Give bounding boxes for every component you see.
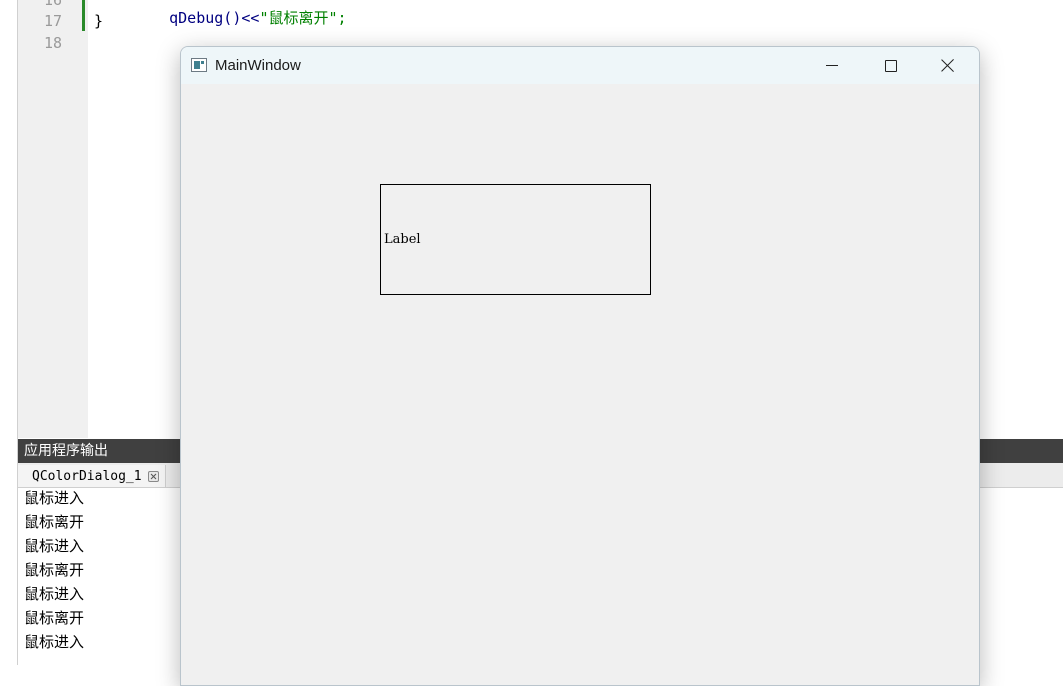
output-tab-qcolordialog[interactable]: QColorDialog_1 xyxy=(18,465,166,487)
window-client-area: Label xyxy=(181,84,979,685)
code-fragment: qDebug()<< xyxy=(169,9,260,27)
output-line: 鼠标进入 xyxy=(24,489,85,507)
code-line-16: qDebug()<<"鼠标离开"; xyxy=(133,0,347,48)
output-line: 鼠标离开 xyxy=(24,561,85,579)
label-text: Label xyxy=(384,232,421,247)
hover-label[interactable]: Label xyxy=(380,184,651,295)
output-line: 鼠标进入 xyxy=(24,585,85,603)
maximize-icon xyxy=(885,60,897,72)
main-window[interactable]: MainWindow Label xyxy=(180,46,980,686)
left-sidebar-strip xyxy=(0,0,18,665)
line-number-gutter: 16 17 18 xyxy=(18,0,88,438)
line-number: 16 xyxy=(43,0,62,9)
window-title: MainWindow xyxy=(215,57,301,74)
change-marker xyxy=(82,0,85,31)
minimize-icon xyxy=(826,65,838,66)
output-line: 鼠标进入 xyxy=(24,633,85,651)
output-line: 鼠标进入 xyxy=(24,537,85,555)
close-icon xyxy=(941,58,955,72)
line-number: 18 xyxy=(43,34,62,52)
line-number: 17 xyxy=(43,12,62,30)
output-line: 鼠标离开 xyxy=(24,513,85,531)
close-button[interactable] xyxy=(919,47,977,84)
tab-close-icon[interactable] xyxy=(147,470,159,482)
output-tab-label: QColorDialog_1 xyxy=(32,468,142,484)
app-window-icon xyxy=(191,58,207,72)
window-titlebar[interactable]: MainWindow xyxy=(181,47,979,84)
maximize-button[interactable] xyxy=(861,47,919,84)
code-string: "鼠标离开"; xyxy=(259,9,347,27)
output-line: 鼠标离开 xyxy=(24,609,85,627)
minimize-button[interactable] xyxy=(803,47,861,84)
code-line-17: } xyxy=(94,12,104,30)
